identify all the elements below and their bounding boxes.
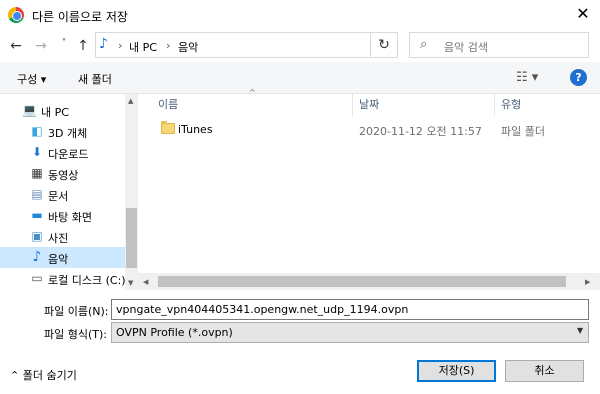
file-date: 2020-11-12 오전 11:57 [359,125,482,138]
window-title: 다른 이름으로 저장 [32,10,128,24]
filetype-select[interactable]: OVPN Profile (*.ovpn) [111,322,589,343]
column-header-type[interactable]: 유형 [501,96,521,112]
sidebar-item-pictures[interactable]: ▣ 사진 [0,226,125,247]
sidebar-item-label: 내 PC [41,106,69,119]
column-header-date[interactable]: 날짜 [359,96,379,112]
breadcrumb-music[interactable]: 음악 [178,39,198,55]
sidebar-item-label: 다운로드 [48,148,89,161]
drive-icon: ▭ [31,271,43,285]
sidebar-item-label: 바탕 화면 [48,211,92,224]
computer-icon: 💻 [22,103,37,117]
scroll-left-arrow[interactable]: ◀ [143,278,148,286]
sidebar-scroll-thumb[interactable] [126,208,137,268]
organize-button[interactable]: 구성 ▾ [17,71,46,87]
sidebar-item-label: 로컬 디스크 (C:) [48,274,126,287]
3d-objects-icon: ◧ [31,124,43,138]
sidebar-item-label: 3D 개체 [48,127,88,140]
scroll-up-arrow[interactable]: ▲ [128,97,133,105]
sidebar-item-this-pc[interactable]: 💻 내 PC [0,100,125,121]
chevron-down-icon[interactable]: ▼ [577,326,583,335]
picture-icon: ▣ [31,229,43,243]
sidebar-item-local-disk[interactable]: ▭ 로컬 디스크 (C:) [0,268,125,289]
sidebar-item-documents[interactable]: ▤ 문서 [0,184,125,205]
hide-folders-button[interactable]: ⌃ 폴더 숨기기 [10,367,77,383]
breadcrumb-separator[interactable]: › [166,39,170,52]
recent-locations-icon[interactable]: ˅ [56,38,72,49]
sidebar-item-desktop[interactable]: ▬ 바탕 화면 [0,205,125,226]
sidebar-item-label: 음악 [48,253,69,266]
help-icon[interactable]: ? [570,69,587,86]
sidebar-item-videos[interactable]: ▦ 동영상 [0,163,125,184]
navigation-pane: 💻 내 PC ◧ 3D 개체 ⬇ 다운로드 ▦ 동영상 ▤ 문서 ▬ 바탕 화면… [0,94,138,290]
new-folder-button[interactable]: 새 폴더 [78,71,112,87]
up-folder-icon[interactable]: ↑ [75,38,91,54]
video-icon: ▦ [31,166,43,180]
music-folder-icon: ♪ [99,36,108,52]
column-divider[interactable] [494,94,495,116]
desktop-icon: ▬ [31,208,43,222]
chrome-icon [8,7,24,23]
document-icon: ▤ [31,187,43,201]
folder-icon [161,121,175,134]
forward-icon[interactable]: → [33,38,49,54]
horizontal-scroll-thumb[interactable] [158,276,566,287]
music-icon: ♪ [32,249,42,265]
sidebar-item-label: 동영상 [48,169,79,182]
close-button[interactable]: ✕ [570,3,596,25]
view-options-icon[interactable]: ☷ ▾ [516,70,538,85]
sidebar-item-label: 문서 [48,190,69,203]
breadcrumb-separator[interactable]: › [118,39,122,52]
file-type: 파일 폴더 [501,125,545,138]
sort-ascending-icon: ^ [249,88,256,97]
filename-label: 파일 이름(N): [44,305,109,318]
column-divider[interactable] [352,94,353,116]
scroll-down-arrow[interactable]: ▼ [128,279,133,287]
file-name[interactable]: iTunes [178,123,213,136]
filename-input[interactable]: vpngate_vpn404405341.opengw.net_udp_1194… [111,299,589,320]
search-box[interactable]: ⌕ 음악 검색 [409,32,589,58]
refresh-button[interactable]: ↻ [371,32,398,58]
download-icon: ⬇ [31,145,43,159]
back-icon[interactable]: ← [8,38,24,54]
cancel-button[interactable]: 취소 [505,360,584,382]
sidebar-item-music[interactable]: ♪ 음악 [0,247,125,268]
address-bar[interactable]: ♪ › 내 PC › 음악 [95,32,371,58]
sidebar-item-downloads[interactable]: ⬇ 다운로드 [0,142,125,163]
scroll-right-arrow[interactable]: ▶ [585,278,590,286]
search-icon: ⌕ [420,37,428,52]
search-placeholder: 음악 검색 [444,41,488,54]
filetype-label: 파일 형식(T): [44,328,107,341]
breadcrumb-pc[interactable]: 내 PC [129,39,157,55]
save-button[interactable]: 저장(S) [417,360,496,382]
sidebar-item-label: 사진 [48,232,69,245]
column-header-name[interactable]: 이름 [158,96,178,112]
sidebar-item-3d-objects[interactable]: ◧ 3D 개체 [0,121,125,142]
